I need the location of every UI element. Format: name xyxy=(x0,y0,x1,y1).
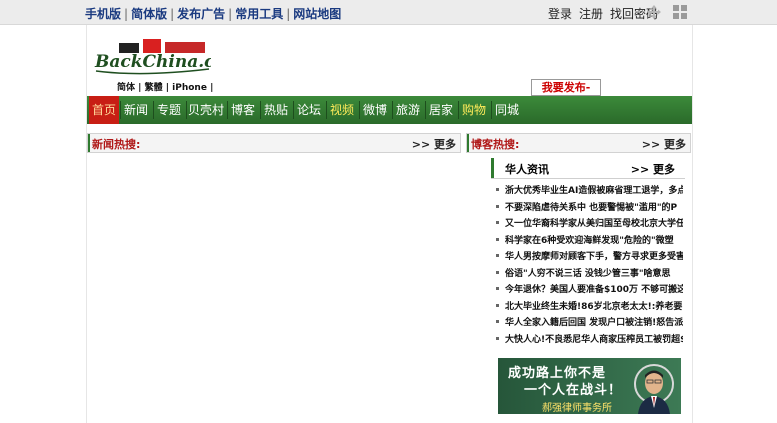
list-item[interactable]: 北大毕业终生未婚!86岁北京老太太!:养老要 xyxy=(493,299,683,316)
separator: | xyxy=(124,7,129,21)
chinese-news-title: 华人资讯 xyxy=(505,163,549,176)
ad-line-2: 一个人在战斗！ xyxy=(524,383,623,398)
nav-travel[interactable]: 旅游 xyxy=(393,96,423,124)
nav-home-living[interactable]: 居家 xyxy=(426,96,456,124)
news-hot-more-link[interactable]: >> 更多 xyxy=(412,136,456,152)
nav-hot-posts[interactable]: 热贴 xyxy=(261,96,291,124)
backchina-logo[interactable]: BackChina.com xyxy=(93,33,211,77)
blog-hot-more-link[interactable]: >> 更多 xyxy=(642,136,686,152)
list-item[interactable]: 华人男按摩师对顾客下手，警方寻求更多受害 xyxy=(493,249,683,266)
top-links: 手机版 | 简体版 | 发布广告 | 常用工具 | 网站地图 xyxy=(85,5,341,22)
login-link[interactable]: 登录 xyxy=(548,7,572,21)
ad-firm-name: 郝强律师事务所 xyxy=(542,403,612,414)
list-item[interactable]: 俗语"人穷不说三话 没钱少管三事"啥意思 xyxy=(493,266,683,283)
post-button[interactable]: 我要发布- xyxy=(531,79,601,96)
register-link[interactable]: 注册 xyxy=(579,7,603,21)
version-simplified[interactable]: 简体 xyxy=(117,83,135,93)
news-hot-bar: 新闻热搜: >> 更多 xyxy=(87,133,461,153)
nav-local[interactable]: 同城 xyxy=(492,96,522,124)
logo-wordmark: BackChina.com xyxy=(94,52,211,72)
grid-menu-icon[interactable] xyxy=(672,4,688,20)
list-item[interactable]: 不要深陷虐待关系中 也要警惕被"滥用"的P xyxy=(493,200,683,217)
blog-hot-bar: 博客热搜: >> 更多 xyxy=(466,133,691,153)
list-item[interactable]: 华人全家入籍后回国 发现户口被注销!怒告派 xyxy=(493,315,683,332)
post-ad-link[interactable]: 发布广告 xyxy=(177,7,225,21)
lawyer-ad-banner[interactable]: 成功路上你不是 一个人在战斗！ 郝强律师事务所 xyxy=(498,358,681,414)
blog-hot-title: 博客热搜: xyxy=(471,138,520,151)
news-hot-title: 新闻热搜: xyxy=(92,138,141,151)
chinese-news-more-link[interactable]: >> 更多 xyxy=(631,161,675,177)
lawyer-portrait-icon xyxy=(634,364,674,414)
simplified-version-link[interactable]: 简体版 xyxy=(131,7,167,21)
list-item[interactable]: 科学家在6种受欢迎海鲜发现"危险的"微塑 xyxy=(493,233,683,250)
version-traditional[interactable]: 繁體 xyxy=(145,83,163,93)
nav-video[interactable]: 视频 xyxy=(327,96,357,124)
list-item[interactable]: 大快人心!不良悉尼华人商家压榨员工被罚超$ xyxy=(493,332,683,349)
main-nav: 首页 新闻 专题 贝壳村 博客 热贴 论坛 视频 微博 旅游 居家 购物 同城 xyxy=(87,96,692,124)
list-item[interactable]: 浙大优秀毕业生AI造假被麻省理工退学，多点 xyxy=(493,183,683,200)
separator: | xyxy=(286,7,291,21)
separator: | xyxy=(170,7,175,21)
nav-home[interactable]: 首页 xyxy=(89,96,119,124)
separator: | xyxy=(228,7,233,21)
mobile-version-link[interactable]: 手机版 xyxy=(85,7,121,21)
top-bar: 手机版 | 简体版 | 发布广告 | 常用工具 | 网站地图 登录 注册 找回密码 xyxy=(0,0,777,25)
list-item[interactable]: 又一位华裔科学家从美归国至母校北京大学任 xyxy=(493,216,683,233)
version-switch: 简体 | 繁體 | iPhone | xyxy=(117,83,214,93)
move-arrows-icon[interactable] xyxy=(646,4,662,20)
tools-link[interactable]: 常用工具 xyxy=(235,7,283,21)
chinese-news-header: 华人资讯 >> 更多 xyxy=(491,158,685,179)
nav-weibo[interactable]: 微博 xyxy=(360,96,390,124)
chinese-news-list: 浙大优秀毕业生AI造假被麻省理工退学，多点 不要深陷虐待关系中 也要警惕被"滥用… xyxy=(493,183,683,348)
version-iphone[interactable]: iPhone xyxy=(172,83,207,93)
nav-blog[interactable]: 博客 xyxy=(228,96,258,124)
nav-shopping[interactable]: 购物 xyxy=(459,96,489,124)
nav-village[interactable]: 贝壳村 xyxy=(187,96,225,124)
list-item[interactable]: 今年退休？美国人要准备$100万 不够可搬这 xyxy=(493,282,683,299)
nav-topics[interactable]: 专题 xyxy=(154,96,184,124)
sitemap-link[interactable]: 网站地图 xyxy=(293,7,341,21)
nav-news[interactable]: 新闻 xyxy=(121,96,151,124)
nav-forum[interactable]: 论坛 xyxy=(294,96,324,124)
